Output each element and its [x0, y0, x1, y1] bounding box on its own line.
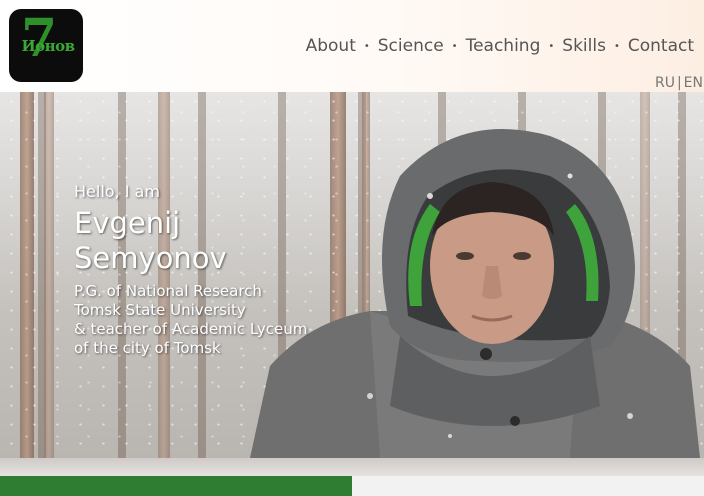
nav-science[interactable]: Science — [378, 36, 444, 56]
footer-green-bar — [0, 476, 352, 496]
nav-about[interactable]: About — [306, 36, 356, 56]
hero-greeting: Hello, I am — [74, 182, 160, 201]
hero-subtitle: P.G. of National Research Tomsk State Un… — [74, 282, 307, 358]
hero-subtitle-line: Tomsk State University — [74, 301, 246, 319]
nav-skills[interactable]: Skills — [562, 36, 606, 56]
hero-name: Evgenij Semyonov — [74, 206, 307, 276]
hero-subtitle-line: P.G. of National Research — [74, 282, 262, 300]
main-nav: About • Science • Teaching • Skills • Co… — [306, 34, 694, 58]
site-logo[interactable]: 7 Ионов — [9, 9, 83, 82]
nav-separator: • — [451, 40, 458, 52]
lang-en-link[interactable]: EN — [684, 75, 703, 91]
lang-separator: | — [676, 75, 682, 91]
hero-subtitle-line: of the city of Tomsk — [74, 339, 221, 357]
nav-separator: • — [363, 40, 370, 52]
nav-teaching[interactable]: Teaching — [466, 36, 541, 56]
hero-name-last: Semyonov — [74, 241, 227, 275]
logo-word: Ионов — [21, 37, 75, 55]
nav-contact[interactable]: Contact — [628, 36, 694, 56]
site-header: 7 Ионов About • Science • Teaching • Ski… — [0, 0, 704, 92]
language-switcher: RU | EN — [655, 75, 703, 91]
lang-ru-link[interactable]: RU — [655, 75, 675, 91]
section-divider-image — [0, 458, 704, 476]
nav-separator: • — [548, 40, 555, 52]
hero-section: Hello, I am Evgenij Semyonov P.G. of Nat… — [0, 92, 704, 458]
hero-subtitle-line: & teacher of Academic Lyceum — [74, 320, 308, 338]
hero-name-first: Evgenij — [74, 206, 181, 240]
portrait-photo — [250, 129, 700, 458]
hero-intro: Hello, I am Evgenij Semyonov P.G. of Nat… — [74, 182, 307, 358]
footer-light-bar — [352, 476, 704, 496]
nav-separator: • — [613, 40, 620, 52]
